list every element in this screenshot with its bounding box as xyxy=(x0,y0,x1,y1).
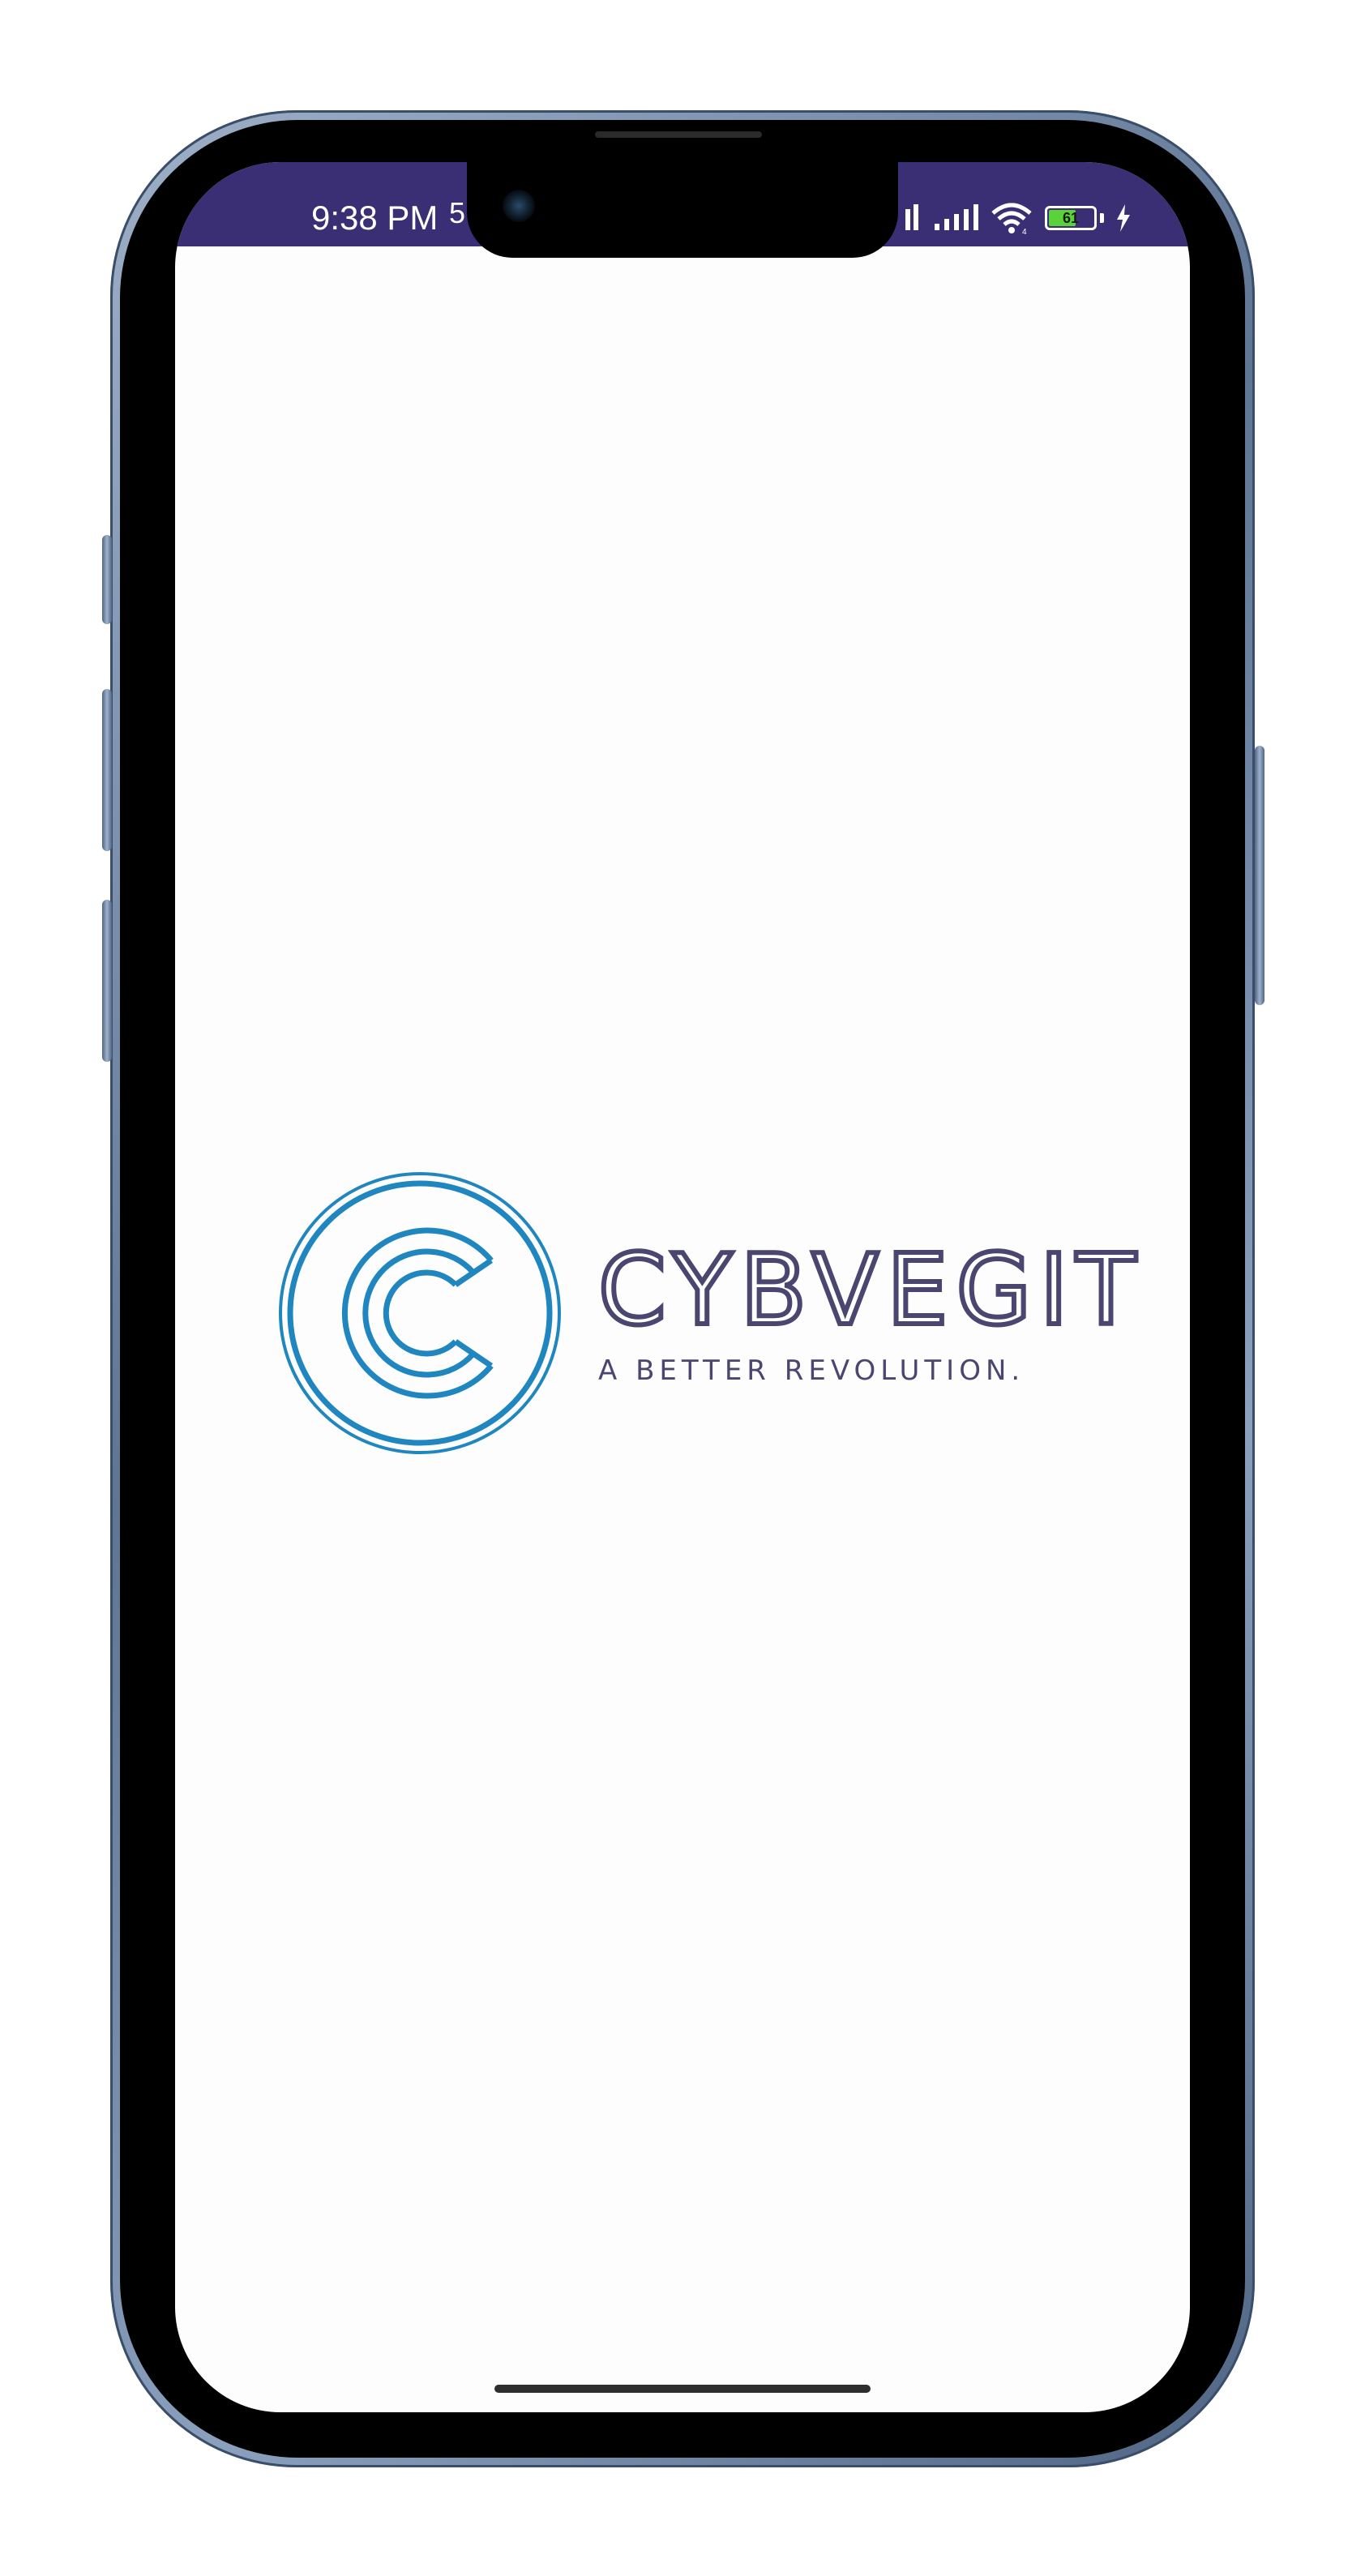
battery-nub xyxy=(1100,213,1104,223)
status-icons: 4 61 xyxy=(904,198,1132,238)
brand-tagline: A BETTER REVOLUTION. xyxy=(598,1354,1025,1387)
status-time: 9:38 PM xyxy=(311,199,439,237)
cellular-signal-icon xyxy=(935,204,978,230)
battery-level-text: 61 xyxy=(1062,210,1080,226)
earpiece-speaker xyxy=(595,131,762,138)
power-button xyxy=(1255,746,1264,1005)
cellular-signal-icon xyxy=(905,204,918,230)
charging-bolt-icon xyxy=(1117,204,1130,232)
battery-icon: 61 xyxy=(1045,206,1097,230)
brand-text-block: CYBVEGIT A BETTER REVOLUTION. xyxy=(596,1235,1145,1388)
silent-switch xyxy=(102,535,112,624)
front-camera xyxy=(503,190,535,222)
volume-down-button xyxy=(102,900,112,1062)
volume-up-button xyxy=(102,689,112,851)
brand-name: CYBVEGIT xyxy=(596,1235,1145,1347)
home-indicator[interactable] xyxy=(494,2385,871,2393)
wifi-icon: 4 xyxy=(991,203,1032,234)
brand-logo: CYBVEGIT A BETTER REVOLUTION. xyxy=(274,1167,1138,1459)
status-extra-indicator: 5 xyxy=(449,196,466,229)
svg-text:4: 4 xyxy=(1022,228,1027,234)
device-mockup: 9:38 PM 5 4 61 CYBVEGIT A BETTER REVOLUT… xyxy=(0,0,1365,2576)
brand-emblem-icon xyxy=(279,1172,561,1454)
